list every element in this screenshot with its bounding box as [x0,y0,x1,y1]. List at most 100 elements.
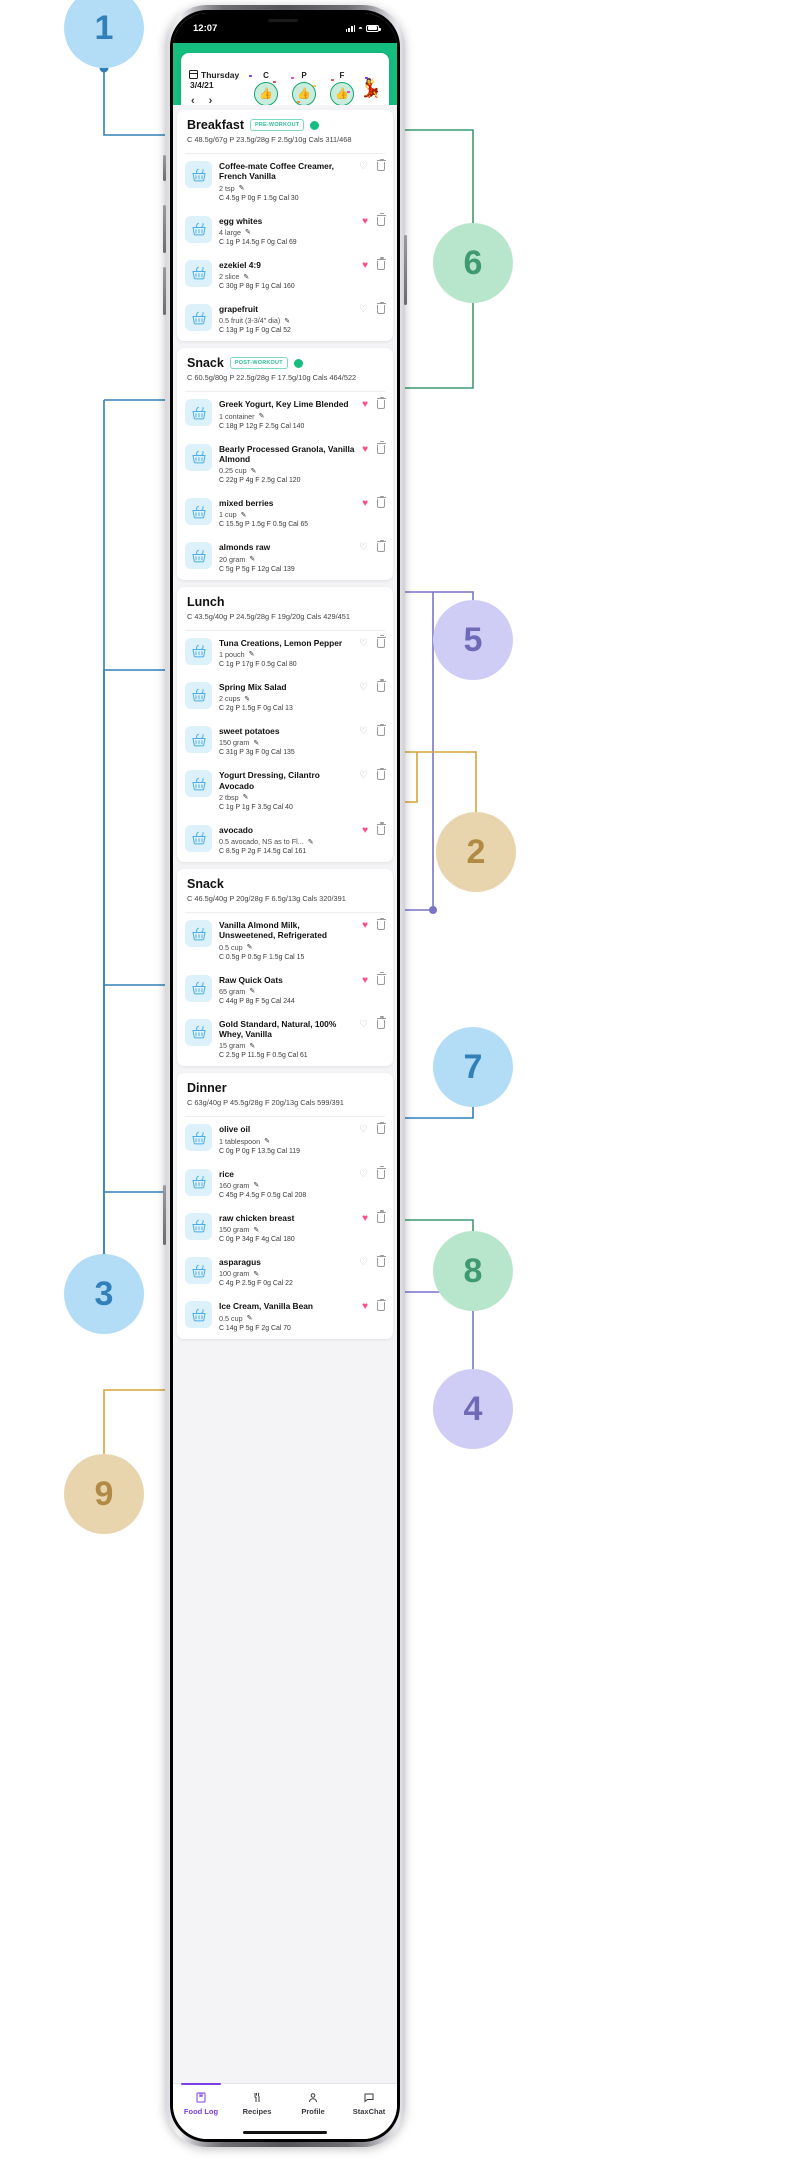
food-row[interactable]: grapefruit 0.5 fruit (3-3/4" dia) ✎ C 13g P… [177,297,393,341]
food-row[interactable]: raw chicken breast 150 gram ✎ C 0g P 34g F … [177,1206,393,1250]
favorite-heart-icon[interactable]: ♡ [359,727,368,737]
edit-pencil-icon[interactable]: ✎ [253,739,259,747]
delete-trash-icon[interactable] [376,1210,386,1223]
food-row[interactable]: egg whites 4 large ✎ C 1g P 14.5g F 0g Cal … [177,209,393,253]
favorite-heart-icon[interactable]: ♡ [359,1169,368,1180]
favorite-heart-icon[interactable]: ♡ [359,1019,368,1030]
food-row[interactable]: Yogurt Dressing, Cilantro Avocado 2 tbsp ✎… [177,763,393,818]
favorite-heart-icon[interactable]: ♥ [362,921,368,931]
delete-trash-icon[interactable] [376,1166,386,1179]
delete-trash-icon[interactable] [376,495,386,508]
food-row[interactable]: Raw Quick Oats 65 gram ✎ C 44g P 8g F 5g Ca… [177,968,393,1012]
delete-trash-icon[interactable] [376,1121,386,1135]
delete-trash-icon[interactable] [376,1016,386,1029]
food-name: olive oil [219,1124,251,1135]
delete-trash-icon[interactable] [376,213,386,226]
food-row[interactable]: sweet potatoes 150 gram ✎ C 31g P 3g F 0g C… [177,719,393,763]
food-log-scroll[interactable]: Breakfast PRE-WORKOUT C 48.5g/67g P 23.5g/… [173,105,397,2083]
favorite-heart-icon[interactable]: ♡ [359,305,368,315]
edit-pencil-icon[interactable]: ✎ [249,650,255,658]
delete-trash-icon[interactable] [376,257,386,270]
delete-trash-icon[interactable] [376,723,386,736]
food-name: raw chicken breast [219,1212,295,1223]
edit-pencil-icon[interactable]: ✎ [239,184,245,192]
delete-trash-icon[interactable] [376,539,386,553]
food-row[interactable]: avocado 0.5 avocado, NS as to Fl... ✎ C 8.5… [177,818,393,862]
favorite-heart-icon[interactable]: ♥ [362,400,368,410]
favorite-heart-icon[interactable]: ♥ [362,825,368,836]
food-row[interactable]: Bearly Processed Granola, Vanilla Almond… [177,437,393,492]
edit-pencil-icon[interactable]: ✎ [249,987,255,995]
food-row[interactable]: Ice Cream, Vanilla Bean 0.5 cup ✎ C 14g P 5… [177,1294,393,1338]
date-block[interactable]: Thursday 3/4/21 ‹ › [189,70,247,107]
food-row[interactable]: ezekiel 4:9 2 slice ✎ C 30g P 8g F 1g Cal 1… [177,253,393,297]
food-row[interactable]: olive oil 1 tablespoon ✎ C 0g P 0g F 13.5g … [177,1117,393,1161]
favorite-heart-icon[interactable]: ♥ [362,444,368,455]
nav-item-profile[interactable]: Profile [285,2091,341,2116]
meal-title-row: Snack POST-WORKOUT [187,356,383,370]
food-row[interactable]: Spring Mix Salad 2 cups ✎ C 2g P 1.5g F 0g … [177,675,393,719]
delete-trash-icon[interactable] [376,635,386,648]
edit-pencil-icon[interactable]: ✎ [308,838,314,846]
food-macros: C 14g P 5g F 2g Cal 70 [219,1324,291,1332]
nav-item-recipes[interactable]: Recipes [229,2091,285,2116]
edit-pencil-icon[interactable]: ✎ [247,1314,253,1322]
favorite-heart-icon[interactable]: ♥ [362,260,368,271]
food-name: Yogurt Dressing, Cilantro Avocado [219,770,320,791]
edit-pencil-icon[interactable]: ✎ [264,1137,270,1145]
favorite-heart-icon[interactable]: ♥ [362,1213,368,1224]
food-row[interactable]: Vanilla Almond Milk, Unsweetened, Refrig… [177,913,393,968]
food-row[interactable]: asparagus 100 gram ✎ C 4g P 2.5g F 0g Cal 2… [177,1250,393,1294]
serving-text: 0.25 cup [219,466,247,475]
delete-trash-icon[interactable] [376,822,386,835]
edit-pencil-icon[interactable]: ✎ [241,511,247,519]
edit-pencil-icon[interactable]: ✎ [253,1226,259,1234]
favorite-heart-icon[interactable]: ♥ [362,216,368,227]
delete-trash-icon[interactable] [376,679,386,692]
edit-pencil-icon[interactable]: ✎ [259,412,265,420]
favorite-heart-icon[interactable]: ♡ [359,543,368,553]
food-row[interactable]: rice 160 gram ✎ C 45g P 4.5g F 0.5g Cal 208… [177,1162,393,1206]
food-serving: 2 slice ✎ [219,272,355,281]
favorite-heart-icon[interactable]: ♡ [359,771,368,781]
grocery-basket-icon [185,1168,212,1196]
delete-trash-icon[interactable] [376,917,386,930]
delete-trash-icon[interactable] [376,972,386,985]
favorite-heart-icon[interactable]: ♡ [359,162,368,172]
food-row[interactable]: mixed berries 1 cup ✎ C 15.5g P 1.5g F 0.5g… [177,491,393,535]
edit-pencil-icon[interactable]: ✎ [253,1181,259,1189]
edit-pencil-icon[interactable]: ✎ [253,1270,259,1278]
favorite-heart-icon[interactable]: ♥ [362,499,368,509]
delete-trash-icon[interactable] [376,1298,386,1312]
edit-pencil-icon[interactable]: ✎ [249,555,255,563]
food-details: avocado 0.5 avocado, NS as to Fl... ✎ C 8.5… [219,825,355,855]
food-row[interactable]: Coffee-mate Coffee Creamer, French Vanil… [177,154,393,209]
edit-pencil-icon[interactable]: ✎ [251,467,257,475]
edit-pencil-icon[interactable]: ✎ [284,317,290,325]
favorite-heart-icon[interactable]: ♥ [362,975,368,986]
edit-pencil-icon[interactable]: ✎ [245,228,251,236]
food-row[interactable]: Tuna Creations, Lemon Pepper 1 pouch ✎ C 1g… [177,631,393,675]
delete-trash-icon[interactable] [376,1254,386,1267]
food-row[interactable]: almonds raw 20 gram ✎ C 5g P 5g F 12g Cal 1… [177,535,393,579]
edit-pencil-icon[interactable]: ✎ [247,943,253,951]
food-row[interactable]: Gold Standard, Natural, 100% Whey, Vanil… [177,1012,393,1067]
favorite-heart-icon[interactable]: ♡ [359,1125,368,1135]
delete-trash-icon[interactable] [376,767,386,781]
favorite-heart-icon[interactable]: ♡ [359,638,368,649]
edit-pencil-icon[interactable]: ✎ [243,273,249,281]
delete-trash-icon[interactable] [376,158,386,171]
delete-trash-icon[interactable] [376,396,386,410]
favorite-heart-icon[interactable]: ♡ [359,1258,368,1268]
edit-pencil-icon[interactable]: ✎ [243,793,249,801]
favorite-heart-icon[interactable]: ♥ [362,1302,368,1312]
edit-pencil-icon[interactable]: ✎ [244,695,250,703]
delete-trash-icon[interactable] [376,441,386,454]
nav-item-food-log[interactable]: Food Log [173,2083,229,2116]
favorite-heart-icon[interactable]: ♡ [359,682,368,693]
delete-trash-icon[interactable] [376,301,386,314]
edit-pencil-icon[interactable]: ✎ [249,1042,255,1050]
food-name: grapefruit [219,304,259,314]
food-row[interactable]: Greek Yogurt, Key Lime Blended 1 containe… [177,392,393,436]
nav-item-staxchat[interactable]: StaxChat [341,2091,397,2116]
